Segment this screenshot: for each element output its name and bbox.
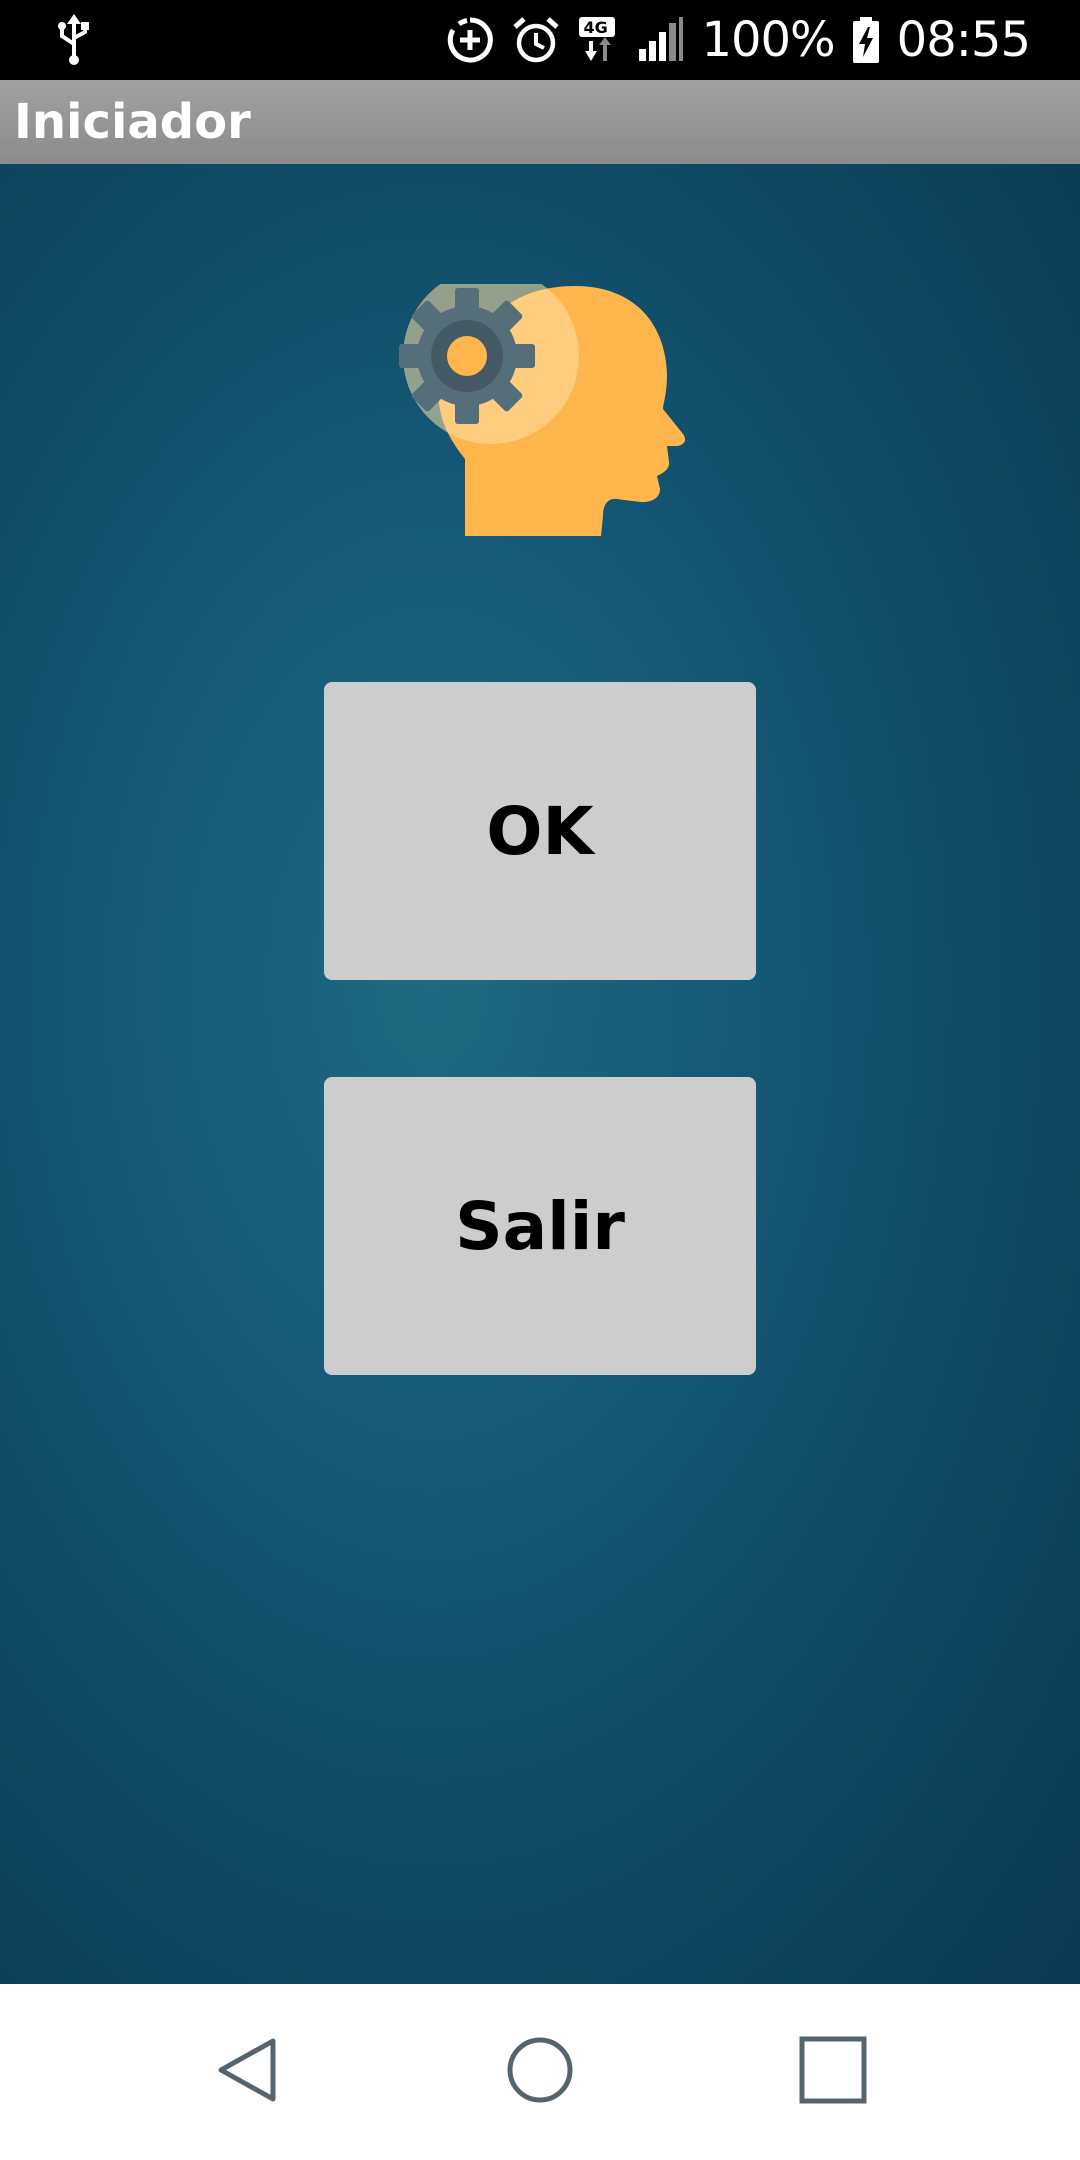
data-saver-icon bbox=[445, 15, 495, 65]
recents-icon bbox=[798, 2035, 868, 2109]
app-title: Iniciador bbox=[14, 94, 251, 150]
alarm-icon bbox=[511, 15, 561, 65]
exit-button[interactable]: Salir bbox=[324, 1077, 756, 1375]
battery-percent: 100% bbox=[701, 12, 835, 68]
back-icon bbox=[213, 2035, 283, 2109]
clock: 08:55 bbox=[896, 12, 1031, 68]
network-4g-icon: 4G bbox=[577, 15, 621, 65]
head-gear-icon bbox=[395, 268, 686, 564]
recents-button[interactable] bbox=[783, 2022, 883, 2122]
ok-button[interactable]: OK bbox=[324, 682, 756, 980]
back-button[interactable] bbox=[198, 2022, 298, 2122]
battery-charging-icon bbox=[851, 15, 881, 65]
main-content: OK Salir bbox=[0, 164, 1080, 1984]
usb-icon bbox=[52, 14, 96, 66]
status-right: 4G 100% 08:55 bbox=[445, 0, 1031, 80]
network-type-label: 4G bbox=[583, 18, 608, 37]
navigation-bar bbox=[0, 1984, 1080, 2160]
home-icon bbox=[505, 2035, 575, 2109]
status-bar: 4G 100% 08:55 bbox=[0, 0, 1080, 80]
app-bar: Iniciador bbox=[0, 80, 1080, 164]
home-button[interactable] bbox=[490, 2022, 590, 2122]
screen: 4G 100% 08:55 Iniciador OK Salir bbox=[0, 0, 1080, 2160]
signal-icon bbox=[637, 15, 685, 65]
